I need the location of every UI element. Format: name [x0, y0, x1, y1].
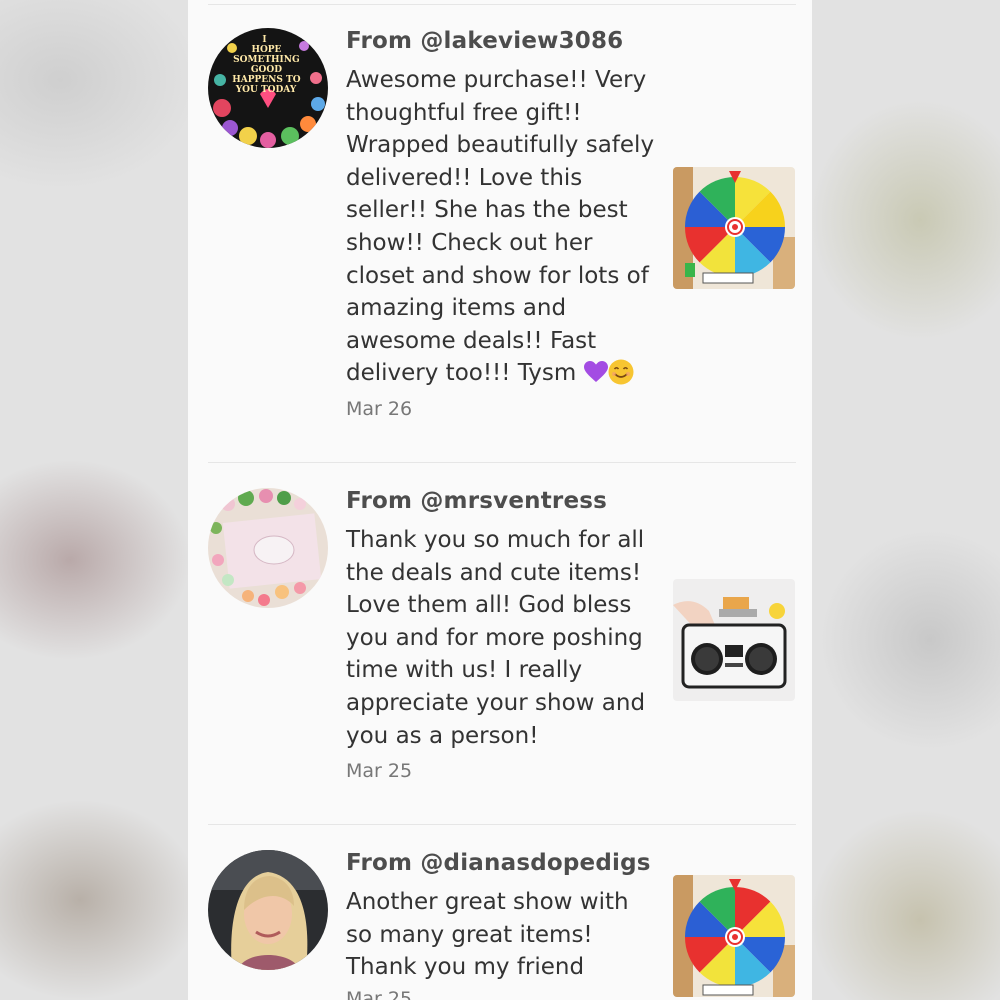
review-comment: Awesome purchase!! Very thoughtful free … — [346, 64, 656, 390]
reviewer-username[interactable]: From @lakeview3086 — [346, 28, 623, 54]
reviewer-username[interactable]: From @dianasdopedigs — [346, 850, 651, 876]
avatar[interactable] — [208, 488, 328, 608]
prize-wheel-icon — [673, 875, 795, 997]
avatar[interactable] — [208, 850, 328, 970]
avatar-text-line: YOU TODAY — [235, 85, 297, 95]
product-thumbnail[interactable] — [673, 167, 795, 289]
avatar-text-line: SOMETHING — [233, 55, 300, 65]
avatar-text-line: HOPE — [251, 45, 281, 55]
avatar-text-line: HAPPENS TO — [232, 75, 300, 85]
avatar[interactable]: I HOPE SOMETHING GOOD HAPPENS TO YOU TOD… — [208, 28, 328, 148]
reviews-panel: I HOPE SOMETHING GOOD HAPPENS TO YOU TOD… — [188, 0, 812, 1000]
review-date: Mar 26 — [346, 398, 413, 420]
prize-wheel-icon — [673, 167, 795, 289]
purple-heart-icon — [583, 361, 608, 383]
reviewer-username[interactable]: From @mrsventress — [346, 488, 607, 514]
divider — [208, 824, 796, 825]
avatar-text-line: GOOD — [251, 65, 282, 75]
avatar-text-line: I — [262, 35, 266, 45]
review-comment: Thank you so much for all the deals and … — [346, 527, 646, 749]
product-thumbnail[interactable] — [673, 579, 795, 701]
review-date: Mar 25 — [346, 988, 413, 1000]
review-comment-text: Awesome purchase!! Very thoughtful free … — [346, 67, 655, 387]
review-date: Mar 25 — [346, 760, 413, 782]
boombox-bag-icon — [673, 579, 795, 701]
smiling-face-icon — [608, 359, 634, 385]
review-comment: Another great show with so many great it… — [346, 889, 629, 981]
product-thumbnail[interactable] — [673, 875, 795, 997]
divider — [208, 4, 796, 5]
divider — [208, 462, 796, 463]
